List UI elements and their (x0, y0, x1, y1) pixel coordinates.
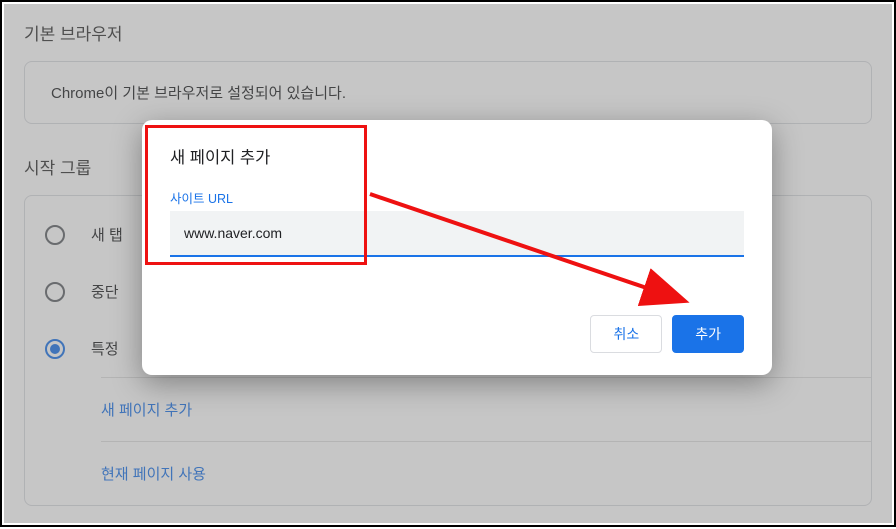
sub-link-group: 새 페이지 추가 현재 페이지 사용 (101, 377, 871, 505)
radio-inner-dot (50, 344, 60, 354)
radio-label-continue: 중단 (91, 281, 119, 302)
default-browser-message: Chrome이 기본 브라우저로 설정되어 있습니다. (51, 82, 845, 103)
url-field-label: 사이트 URL (170, 188, 744, 207)
settings-page: 기본 브라우저 Chrome이 기본 브라우저로 설정되어 있습니다. 시작 그… (0, 0, 896, 527)
dialog-actions: 취소 추가 (170, 315, 744, 353)
use-current-link[interactable]: 현재 페이지 사용 (101, 442, 871, 505)
add-button[interactable]: 추가 (672, 315, 744, 353)
radio-label-specific: 특정 (91, 338, 119, 359)
radio-icon (45, 282, 65, 302)
add-page-dialog: 새 페이지 추가 사이트 URL 취소 추가 (142, 120, 772, 375)
default-browser-section-title: 기본 브라우저 (24, 20, 872, 45)
cancel-button[interactable]: 취소 (590, 315, 662, 353)
radio-icon (45, 225, 65, 245)
radio-label-newtab: 새 탭 (91, 224, 123, 245)
radio-icon-selected (45, 339, 65, 359)
url-input[interactable] (170, 211, 744, 257)
default-browser-card: Chrome이 기본 브라우저로 설정되어 있습니다. (24, 61, 872, 124)
dialog-title: 새 페이지 추가 (170, 144, 744, 168)
add-page-link[interactable]: 새 페이지 추가 (101, 378, 871, 442)
